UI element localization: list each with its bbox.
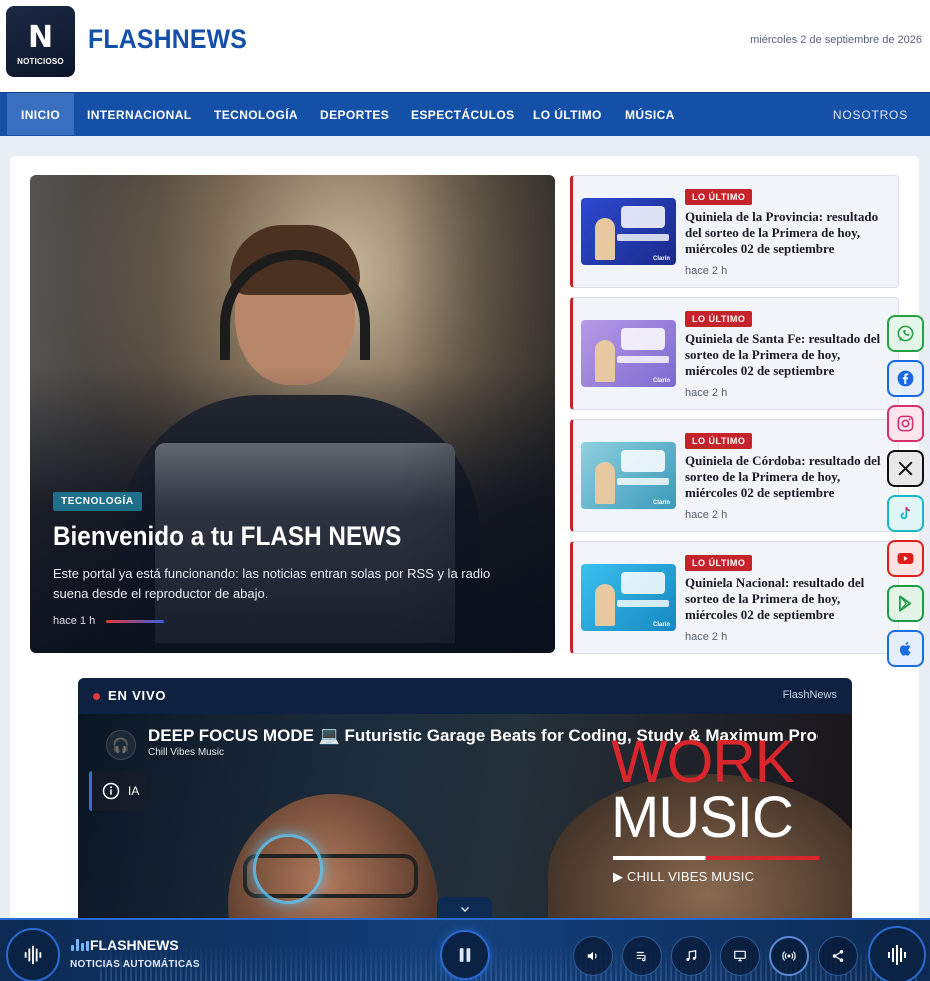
live-indicator bbox=[93, 693, 100, 700]
ia-label: IA bbox=[128, 784, 140, 798]
facebook-button[interactable] bbox=[887, 360, 924, 397]
news-time: hace 2 h bbox=[685, 631, 728, 643]
screen-button[interactable] bbox=[720, 936, 760, 976]
news-thumbnail: Clarín bbox=[581, 442, 676, 509]
nav-item-deportes[interactable]: DEPORTES bbox=[306, 93, 403, 135]
player-subtitle: NOTICIAS AUTOMÁTICAS bbox=[70, 959, 200, 970]
news-thumbnail: Clarín bbox=[581, 198, 676, 265]
player-station-name: FLASHNEWS bbox=[90, 937, 179, 953]
news-time: hace 2 h bbox=[685, 387, 728, 399]
news-thumbnail: Clarín bbox=[581, 320, 676, 387]
news-badge[interactable]: LO ÚLTIMO bbox=[685, 189, 753, 205]
news-card[interactable]: Clarín LO ÚLTIMO Quiniela de Santa Fe: r… bbox=[570, 297, 899, 410]
news-card[interactable]: Clarín LO ÚLTIMO Quiniela Nacional: resu… bbox=[570, 541, 899, 654]
live-source: FlashNews bbox=[782, 689, 837, 701]
hero-category-tag[interactable]: TECNOLOGÍA bbox=[53, 492, 142, 511]
instagram-button[interactable] bbox=[887, 405, 924, 442]
main-nav: INICIO INTERNACIONAL TECNOLOGÍA DEPORTES… bbox=[0, 92, 930, 136]
music-note-icon bbox=[686, 950, 697, 961]
news-title[interactable]: Quiniela Nacional: resultado del sorteo … bbox=[685, 575, 885, 623]
news-time: hace 2 h bbox=[685, 265, 728, 277]
live-header: EN VIVO FlashNews bbox=[78, 678, 852, 714]
volume-button[interactable] bbox=[573, 936, 613, 976]
tiktok-button[interactable] bbox=[887, 495, 924, 532]
news-badge[interactable]: LO ÚLTIMO bbox=[685, 555, 753, 571]
news-badge[interactable]: LO ÚLTIMO bbox=[685, 433, 753, 449]
logo-letter: N bbox=[27, 20, 54, 55]
playlist-icon bbox=[636, 951, 646, 962]
hero-time: hace 1 h bbox=[53, 615, 96, 627]
news-time: hace 2 h bbox=[685, 509, 728, 521]
nav-item-espectaculos[interactable]: ESPECTÁCULOS bbox=[397, 93, 528, 135]
volume-icon bbox=[587, 951, 597, 961]
nav-item-tecnologia[interactable]: TECNOLOGÍA bbox=[200, 93, 312, 135]
playlist-button[interactable] bbox=[622, 936, 662, 976]
nav-item-nosotros[interactable]: NOSOTROS bbox=[833, 93, 908, 135]
overlay-work-text: WORK bbox=[611, 728, 795, 795]
hero-accent-line bbox=[106, 620, 164, 623]
live-label: EN VIVO bbox=[108, 688, 167, 703]
screen-icon bbox=[734, 950, 746, 962]
equalizer-icon bbox=[71, 939, 89, 951]
x-icon bbox=[898, 461, 913, 476]
broadcast-button[interactable] bbox=[769, 936, 809, 976]
whatsapp-button[interactable] bbox=[887, 315, 924, 352]
google-play-button[interactable] bbox=[887, 585, 924, 622]
audio-wave-icon bbox=[888, 945, 906, 965]
collapse-player-button[interactable] bbox=[437, 897, 492, 920]
hero-article[interactable]: TECNOLOGÍA Bienvenido a tu FLASH NEWS Es… bbox=[30, 175, 555, 653]
nav-item-internacional[interactable]: INTERNACIONAL bbox=[73, 93, 206, 135]
pause-button[interactable] bbox=[440, 930, 490, 980]
google-play-icon bbox=[899, 595, 912, 612]
channel-avatar[interactable]: 🎧 bbox=[106, 730, 136, 760]
apple-icon bbox=[899, 641, 911, 656]
facebook-icon bbox=[897, 370, 914, 387]
audio-wave-button[interactable] bbox=[6, 928, 60, 981]
instagram-icon bbox=[897, 415, 914, 432]
nav-item-lo-ultimo[interactable]: LO ÚLTIMO bbox=[519, 93, 616, 135]
x-button[interactable] bbox=[887, 450, 924, 487]
nav-item-musica[interactable]: MÚSICA bbox=[611, 93, 689, 135]
info-icon bbox=[102, 782, 120, 800]
news-card[interactable]: Clarín LO ÚLTIMO Quiniela de Córdoba: re… bbox=[570, 419, 899, 532]
news-card[interactable]: Clarín LO ÚLTIMO Quiniela de la Provinci… bbox=[570, 175, 899, 288]
overlay-music-text: MUSIC bbox=[611, 785, 794, 850]
audio-wave-icon bbox=[24, 945, 42, 965]
share-icon bbox=[832, 950, 844, 962]
youtube-button[interactable] bbox=[887, 540, 924, 577]
tiktok-icon bbox=[900, 506, 911, 520]
nav-item-inicio[interactable]: INICIO bbox=[7, 93, 75, 135]
news-title[interactable]: Quiniela de la Provincia: resultado del … bbox=[685, 209, 885, 257]
share-button[interactable] bbox=[818, 936, 858, 976]
logo-subtitle: NOTICIOSO bbox=[17, 57, 64, 66]
video-channel[interactable]: Chill Vibes Music bbox=[148, 747, 224, 758]
hero-description: Este portal ya está funcionando: las not… bbox=[53, 566, 491, 601]
whatsapp-icon bbox=[897, 325, 914, 342]
music-note-button[interactable] bbox=[671, 936, 711, 976]
apple-button[interactable] bbox=[887, 630, 924, 667]
live-video-player[interactable]: 🎧 DEEP FOCUS MODE 💻 Futuristic Garage Be… bbox=[78, 714, 852, 920]
news-title[interactable]: Quiniela de Santa Fe: resultado del sort… bbox=[685, 331, 885, 379]
ia-info-button[interactable]: IA bbox=[89, 771, 147, 811]
pause-icon bbox=[459, 948, 471, 962]
hero-title[interactable]: Bienvenido a tu FLASH NEWS bbox=[53, 521, 494, 552]
news-badge[interactable]: LO ÚLTIMO bbox=[685, 311, 753, 327]
news-thumbnail: Clarín bbox=[581, 564, 676, 631]
youtube-icon bbox=[897, 552, 914, 565]
news-title[interactable]: Quiniela de Córdoba: resultado del sorte… bbox=[685, 453, 885, 501]
chevron-down-icon bbox=[460, 906, 469, 912]
header-date: miércoles 2 de septiembre de 2026 bbox=[750, 34, 922, 46]
site-logo[interactable]: N NOTICIOSO bbox=[6, 6, 75, 77]
broadcast-icon bbox=[782, 951, 796, 961]
audio-wave-button-right[interactable] bbox=[868, 926, 926, 981]
brand-name[interactable]: FLASHNEWS bbox=[88, 24, 247, 55]
site-header: N NOTICIOSO FLASHNEWS miércoles 2 de sep… bbox=[0, 0, 930, 92]
overlay-brand-text: ▶ CHILL VIBES MUSIC bbox=[613, 869, 755, 884]
